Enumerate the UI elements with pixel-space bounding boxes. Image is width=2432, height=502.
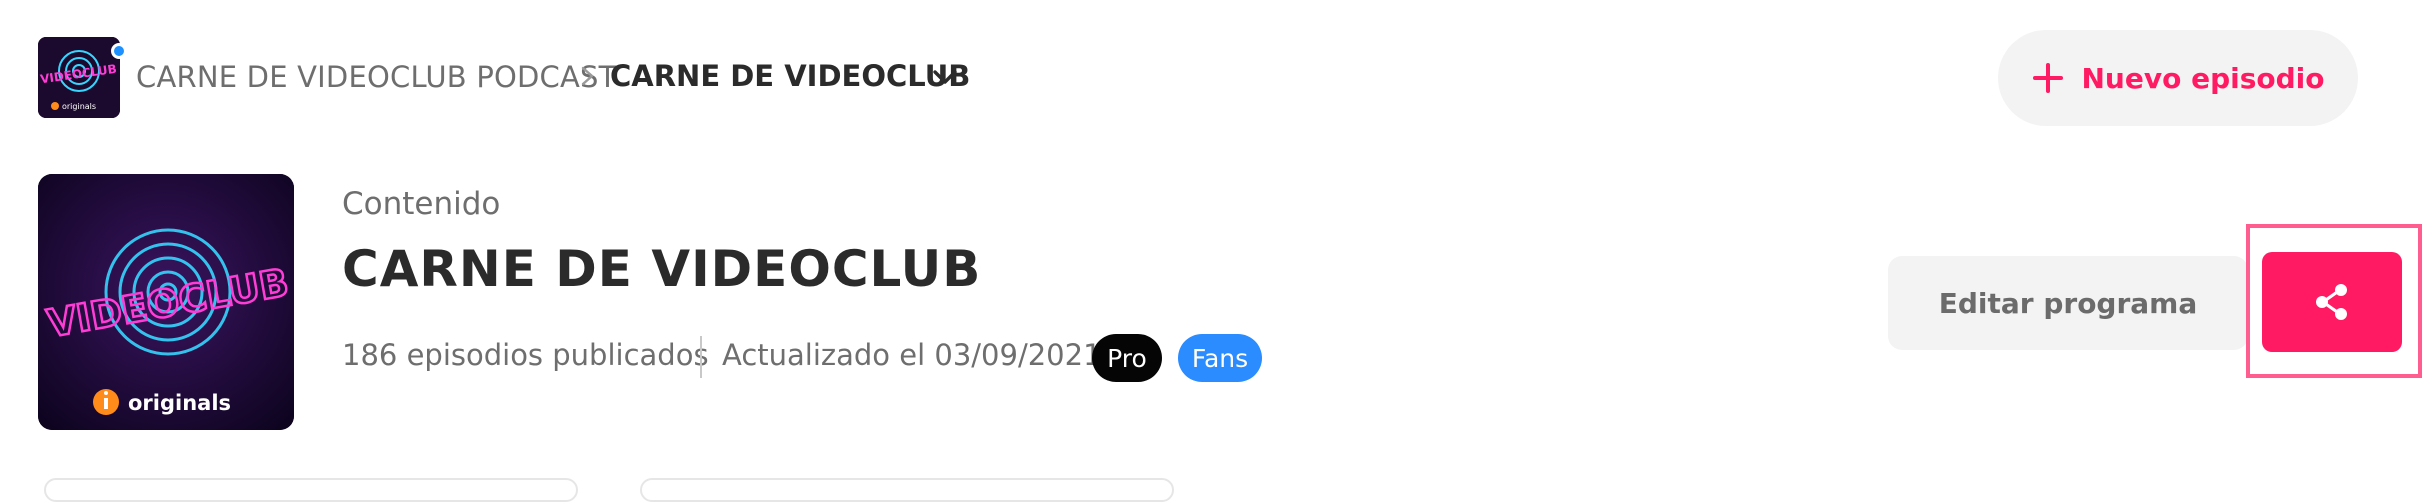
cover-brand-text: originals: [128, 391, 231, 415]
stat-card: [640, 478, 1174, 502]
episodes-count: 186 episodios publicados: [342, 338, 709, 372]
new-episode-label: Nuevo episodio: [2081, 61, 2325, 95]
meta-divider: [700, 336, 702, 378]
share-icon: [2316, 284, 2347, 320]
new-episode-button[interactable]: Nuevo episodio: [1998, 30, 2358, 126]
edit-show-button[interactable]: Editar programa: [1888, 256, 2248, 350]
pro-badge: Pro: [1092, 334, 1162, 382]
share-button[interactable]: [2262, 252, 2402, 352]
stat-card: [44, 478, 578, 502]
last-updated: Actualizado el 03/09/2021: [722, 338, 1102, 372]
show-cover-art: VIDEOCLUB originals: [38, 174, 294, 430]
breadcrumb-podcast[interactable]: CARNE DE VIDEOCLUB PODCAST: [136, 60, 617, 94]
notification-dot: [111, 43, 127, 59]
breadcrumb-show: CARNE DE VIDEOCLUB: [610, 59, 971, 93]
show-cover-image: VIDEOCLUB originals: [38, 174, 294, 430]
chevron-down-icon[interactable]: [930, 64, 960, 90]
podcast-thumbnail[interactable]: VIDEOCLUB originals: [38, 37, 120, 118]
section-label: Contenido: [342, 186, 501, 222]
thumbnail-brand-text: originals: [62, 102, 96, 111]
chevron-right-icon: [581, 66, 594, 86]
page-title: CARNE DE VIDEOCLUB: [342, 240, 982, 298]
fans-badge: Fans: [1178, 334, 1262, 382]
podcast-thumbnail-art: VIDEOCLUB originals: [38, 37, 120, 118]
plus-icon: [2033, 63, 2064, 93]
